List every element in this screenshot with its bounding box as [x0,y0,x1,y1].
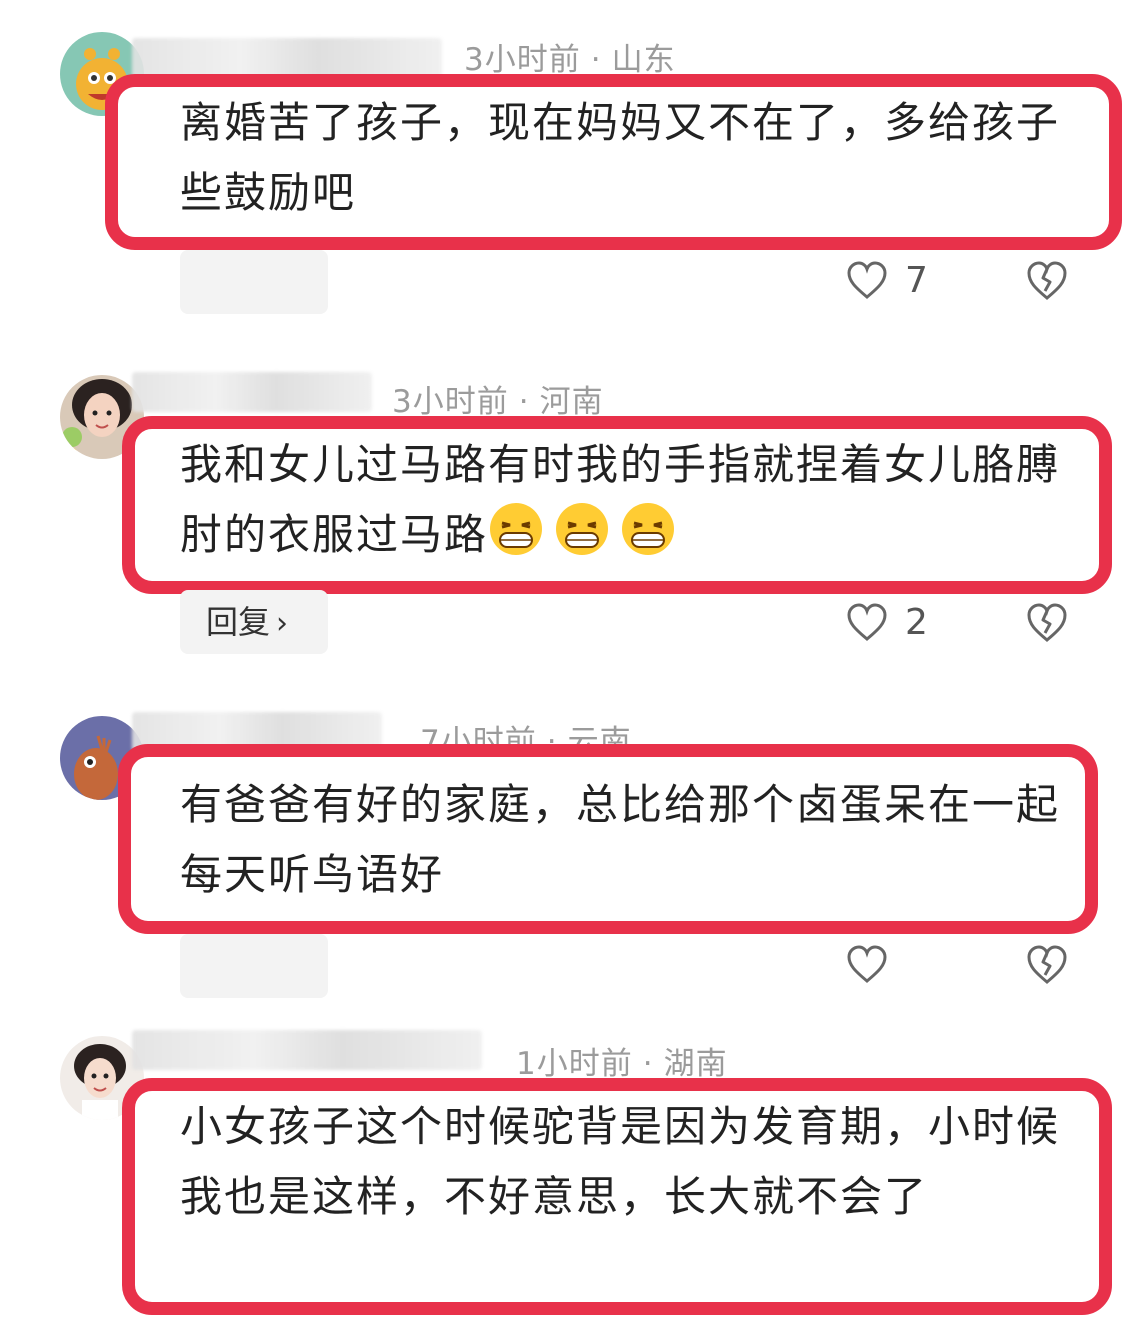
comment-location: 湖南 [663,1046,728,1082]
comment-item: 1小时前 · 湖南 小女孩子这个时候驼背是因为发育期，小时候我也是这样，不好意思，长… [0,0,1125,1317]
username-redacted [132,1030,482,1070]
comment-text: 小女孩子这个时候驼背是因为发育期，小时候我也是这样，不好意思，长大就不会了 [180,1102,1061,1221]
comment-time: 1小时前 [516,1046,633,1082]
comment-meta: 1小时前 · 湖南 [516,1046,728,1082]
